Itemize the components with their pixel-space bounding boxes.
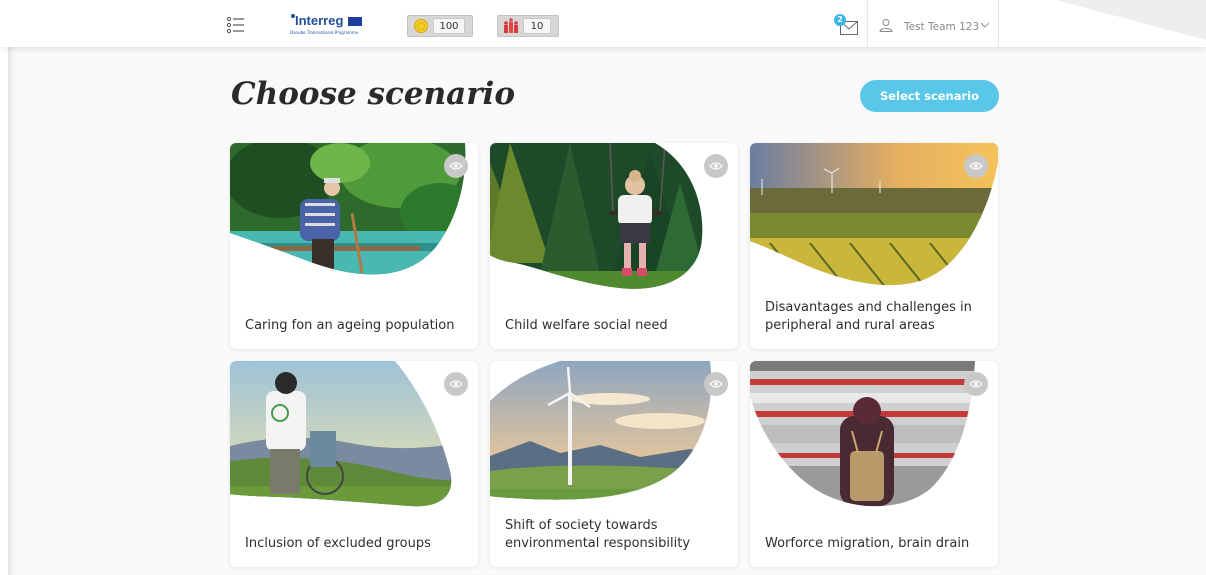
- eye-icon: [449, 380, 463, 388]
- scenario-card-ageing[interactable]: Caring fon an ageing population: [230, 143, 478, 349]
- interreg-logo: Interreg Danube Transnational Programme: [290, 13, 368, 37]
- scenario-card-migration[interactable]: Worforce migration, brain drain: [750, 361, 998, 567]
- select-scenario-button[interactable]: Select scenario: [860, 80, 999, 112]
- preview-eye-button[interactable]: [444, 372, 468, 396]
- scenario-title: Disavantages and challenges in periphera…: [765, 300, 972, 333]
- scenario-card-inclusion[interactable]: Inclusion of excluded groups: [230, 361, 478, 567]
- scenario-card-environment[interactable]: Shift of society towards environmental r…: [490, 361, 738, 567]
- scenario-title: Shift of society towards environmental r…: [505, 518, 691, 551]
- user-name: Test Team 123: [904, 21, 980, 33]
- eye-icon: [969, 162, 983, 170]
- scenario-title: Worforce migration, brain drain: [765, 536, 970, 551]
- preview-eye-button[interactable]: [444, 154, 468, 178]
- scenario-title: Inclusion of excluded groups: [245, 536, 431, 551]
- eye-icon: [709, 162, 723, 170]
- coins-counter: 100: [407, 15, 473, 37]
- top-bar: Interreg Danube Transnational Programme …: [0, 0, 1206, 47]
- scenario-card-child-welfare[interactable]: Child welfare social need: [490, 143, 738, 349]
- eye-icon: [709, 380, 723, 388]
- coin-icon: [414, 19, 428, 33]
- team-counter: 10: [497, 15, 559, 37]
- scenario-title: Caring fon an ageing population: [245, 318, 455, 333]
- scenario-title: Child welfare social need: [505, 318, 668, 333]
- eye-icon: [449, 162, 463, 170]
- preview-eye-button[interactable]: [964, 372, 988, 396]
- page-title: Choose scenario: [231, 76, 515, 112]
- menu-button[interactable]: [226, 15, 246, 35]
- preview-eye-button[interactable]: [704, 154, 728, 178]
- eu-flag-icon: [348, 17, 362, 26]
- corner-decoration: [1056, 0, 1206, 40]
- team-value: 10: [523, 18, 551, 34]
- logo-text: Interreg: [295, 13, 344, 28]
- eye-icon: [969, 380, 983, 388]
- user-icon: [879, 19, 893, 32]
- chevron-down-icon: [980, 22, 990, 28]
- unread-badge: 2: [834, 14, 846, 26]
- user-menu[interactable]: Test Team 123: [867, 0, 999, 47]
- messages-button[interactable]: 2: [834, 14, 860, 38]
- coins-value: 100: [433, 18, 465, 34]
- scenario-card-rural-areas[interactable]: Disavantages and challenges in periphera…: [750, 143, 998, 349]
- list-menu-icon: [226, 16, 244, 34]
- preview-eye-button[interactable]: [964, 154, 988, 178]
- logo-subtitle: Danube Transnational Programme: [290, 30, 359, 35]
- preview-eye-button[interactable]: [704, 372, 728, 396]
- team-icon: [504, 18, 518, 33]
